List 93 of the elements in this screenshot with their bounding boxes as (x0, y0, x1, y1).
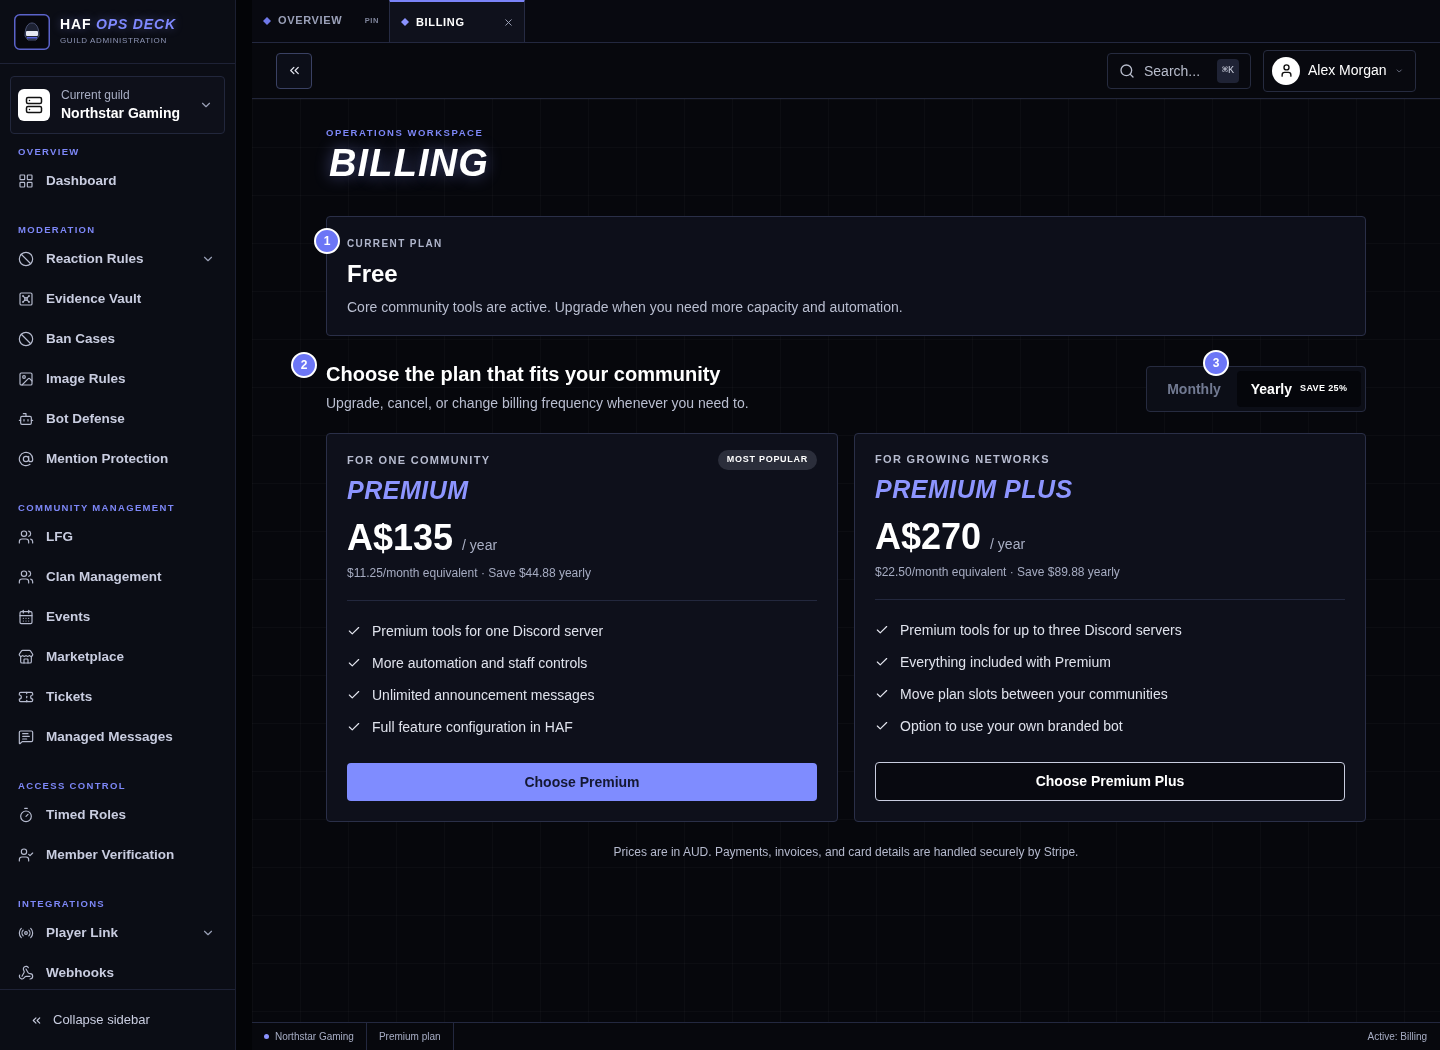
footnote: Prices are in AUD. Payments, invoices, and card details are handled securely by Stripe. (612, 844, 1080, 860)
store-icon (18, 649, 34, 665)
collapse-button[interactable] (276, 52, 312, 89)
plan-name: PREMIUM (347, 475, 470, 505)
nav-item[interactable]: Timed Roles (0, 795, 235, 835)
current-plan-label: CURRENT PLAN (347, 238, 444, 250)
check-icon (347, 624, 361, 638)
nav-item[interactable]: Bot Defense (0, 399, 235, 439)
feature-text: Everything included with Premium (900, 652, 1111, 672)
status-text: Northstar Gaming (275, 1030, 354, 1044)
logo-icon (14, 13, 50, 50)
plan-eyebrow: FOR ONE COMMUNITY (347, 452, 491, 468)
section-label: OVERVIEW (17, 145, 81, 159)
feature-text: Full feature configuration in HAF (372, 717, 573, 737)
section-label: INTEGRATIONS (17, 897, 107, 911)
stopwatch-icon (18, 807, 34, 823)
plan-price: A$270 (875, 517, 982, 558)
message-icon (18, 729, 34, 745)
brand-subtitle: GUILD ADMINISTRATION (60, 35, 168, 47)
nav-item[interactable]: Clan Management (0, 557, 235, 597)
nav-item[interactable]: Member Verification (0, 835, 235, 875)
page-eyebrow: OPERATIONS WORKSPACE (326, 127, 485, 139)
section-label: ACCESS CONTROL (17, 779, 127, 793)
feature-text: Move plan slots between your communities (900, 684, 1168, 704)
feature-text: More automation and staff controls (372, 653, 588, 673)
feature-text: Premium tools for up to three Discord servers (900, 620, 1182, 640)
plan-price: A$135 (347, 518, 454, 558)
step-badge: 3 (1203, 350, 1229, 376)
image-icon (18, 371, 34, 387)
users-icon (18, 529, 34, 545)
grid-icon (18, 173, 34, 189)
nav-item[interactable]: Events (0, 597, 235, 637)
page-title: BILLING (328, 143, 490, 183)
check-icon (347, 656, 361, 670)
user-check-icon (18, 847, 34, 863)
nav-item[interactable]: Evidence Vault (0, 279, 235, 319)
popular-badge: MOST POPULAR (717, 450, 817, 470)
diamond-icon (401, 18, 409, 26)
nav-item[interactable]: Webhooks (0, 953, 235, 989)
status-text: Active: Billing (1367, 1030, 1428, 1044)
feature-text: Premium tools for one Discord server (372, 621, 604, 641)
user-avatar-icon (1272, 56, 1300, 85)
nav-item[interactable]: Image Rules (0, 359, 235, 399)
step-badge: 1 (314, 228, 340, 254)
section-label: COMMUNITY MANAGEMENT (17, 501, 176, 515)
at-sign-icon (18, 451, 34, 467)
ticket-icon (18, 689, 34, 705)
price-note: $22.50/month equivalent · Save $89.88 yearly (875, 564, 1121, 581)
nav-item[interactable]: Mention Protection (0, 439, 235, 479)
current-plan-name: Free (347, 259, 399, 289)
guild-switcher[interactable]: Current guild Northstar Gaming (10, 76, 225, 134)
feature-text: Unlimited announcement messages (372, 685, 595, 705)
brand-name: HAF OPS DECK (60, 16, 176, 32)
section-subtitle: Upgrade, cancel, or change billing frequency whenever you need to. (326, 394, 749, 413)
broadcast-icon (18, 925, 34, 941)
tab[interactable]: BILLING (389, 0, 525, 42)
nav-item[interactable]: Ban Cases (0, 319, 235, 359)
nav-item[interactable]: Managed Messages (0, 717, 235, 757)
plan-eyebrow: FOR GROWING NETWORKS (875, 452, 1050, 468)
check-icon (347, 720, 361, 734)
nav-item[interactable]: Reaction Rules (0, 239, 235, 279)
step-badge: 2 (291, 352, 317, 378)
choose-plan-button[interactable]: Choose Premium (347, 763, 817, 801)
calendar-icon (18, 609, 34, 625)
robot-icon (18, 411, 34, 427)
search-icon (1119, 62, 1135, 79)
server-icon (18, 89, 50, 121)
status-text: Premium plan (378, 1030, 441, 1044)
diamond-icon (263, 16, 271, 25)
nav-item[interactable]: LFG (0, 517, 235, 557)
billing-option[interactable]: Yearly SAVE 25% (1237, 371, 1361, 407)
section-heading: Choose the plan that fits your community (326, 362, 722, 387)
nav-item[interactable]: Tickets (0, 677, 235, 717)
nav-item[interactable]: Player Link (0, 913, 235, 953)
ban-icon (18, 331, 34, 347)
users-icon (18, 569, 34, 585)
plan-name: PREMIUM PLUS (875, 474, 1074, 505)
price-period: / year (990, 535, 1026, 555)
current-plan-description: Core community tools are active. Upgrade when you need more capacity and automation. (347, 298, 904, 317)
nav-item[interactable]: Dashboard (0, 161, 235, 201)
section-label: MODERATION (17, 223, 97, 237)
check-icon (347, 688, 361, 702)
choose-plan-button[interactable]: Choose Premium Plus (875, 762, 1345, 801)
collapse-sidebar-button[interactable]: Collapse sidebar (30, 1010, 150, 1030)
vault-icon (18, 291, 34, 307)
webhook-icon (18, 965, 34, 981)
user-menu[interactable]: Alex Morgan (1263, 49, 1416, 92)
close-icon[interactable] (503, 16, 514, 28)
price-note: $11.25/month equivalent · Save $44.88 yearly (347, 565, 592, 581)
feature-text: Option to use your own branded bot (900, 716, 1123, 736)
ban-icon (18, 251, 34, 267)
price-period: / year (462, 536, 498, 555)
nav-item[interactable]: Marketplace (0, 637, 235, 677)
